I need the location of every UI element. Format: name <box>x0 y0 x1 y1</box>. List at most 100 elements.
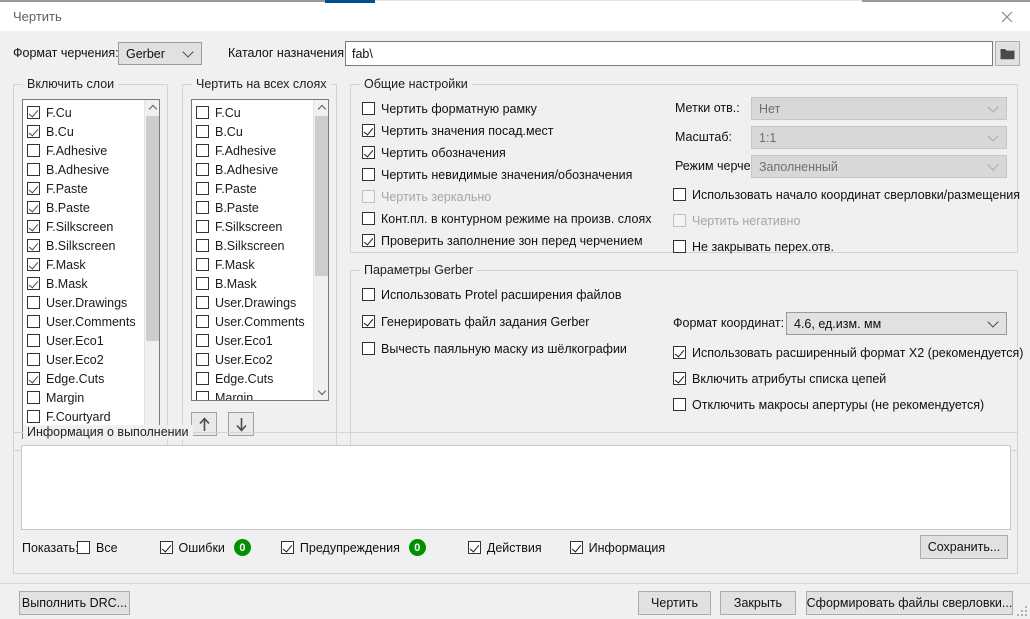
include-layer-item[interactable]: User.Eco2 <box>27 350 144 369</box>
drill-marks-combo[interactable]: Нет <box>751 97 1007 120</box>
include-layer-item[interactable]: B.Adhesive <box>27 160 144 179</box>
checkbox-unchecked-icon[interactable] <box>27 334 40 347</box>
checkbox-checked-icon[interactable] <box>27 239 40 252</box>
checkbox-unchecked-icon[interactable] <box>673 240 686 253</box>
checkbox-unchecked-icon[interactable] <box>196 163 209 176</box>
scale-combo[interactable]: 1:1 <box>751 126 1007 149</box>
checkbox-unchecked-icon[interactable] <box>196 125 209 138</box>
checkbox-unchecked-icon[interactable] <box>77 541 90 554</box>
checkbox-unchecked-icon[interactable] <box>673 398 686 411</box>
gerber-option-0[interactable]: Использовать Protel расширения файлов <box>362 285 672 304</box>
checkbox-unchecked-icon[interactable] <box>27 144 40 157</box>
plot-on-all-layers-items[interactable]: F.CuB.CuF.AdhesiveB.AdhesiveF.PasteB.Pas… <box>192 100 313 400</box>
general-setting-4[interactable]: Чертить зеркально <box>362 187 672 206</box>
checkbox-unchecked-icon[interactable] <box>27 315 40 328</box>
checkbox-checked-icon[interactable] <box>362 315 375 328</box>
checkbox-unchecked-icon[interactable] <box>196 220 209 233</box>
checkbox-unchecked-icon[interactable] <box>362 102 375 115</box>
plot-on-all-layers-scrollbar[interactable] <box>313 100 328 400</box>
checkbox-unchecked-icon[interactable] <box>196 391 209 401</box>
include-layer-item[interactable]: B.Paste <box>27 198 144 217</box>
plot-format-combo[interactable]: Gerber <box>118 42 202 65</box>
plot-all-layer-item[interactable]: User.Eco1 <box>196 331 313 350</box>
checkbox-unchecked-icon[interactable] <box>362 212 375 225</box>
checkbox-unchecked-icon[interactable] <box>196 182 209 195</box>
scroll-up-icon[interactable] <box>314 100 329 115</box>
checkbox-unchecked-icon[interactable] <box>196 353 209 366</box>
include-layer-item[interactable]: B.Mask <box>27 274 144 293</box>
plot-all-layer-item[interactable]: B.Mask <box>196 274 313 293</box>
general-setting-0[interactable]: Чертить форматную рамку <box>362 99 672 118</box>
general-setting-5[interactable]: Конт.пл. в контурном режиме на произв. с… <box>362 209 672 228</box>
plot-all-layer-item[interactable]: Margin <box>196 388 313 401</box>
checkbox-checked-icon[interactable] <box>27 182 40 195</box>
checkbox-unchecked-icon[interactable] <box>196 296 209 309</box>
checkbox-unchecked-icon[interactable] <box>27 353 40 366</box>
checkbox-checked-icon[interactable] <box>27 277 40 290</box>
scroll-down-icon[interactable] <box>314 385 329 400</box>
plot-all-layer-item[interactable]: B.Silkscreen <box>196 236 313 255</box>
coord-format-combo[interactable]: 4.6, ед.изм. мм <box>786 312 1007 335</box>
checkbox-unchecked-icon[interactable] <box>196 201 209 214</box>
checkbox-unchecked-icon[interactable] <box>196 315 209 328</box>
checkbox-unchecked-icon[interactable] <box>196 239 209 252</box>
checkbox-checked-icon[interactable] <box>468 541 481 554</box>
include-layer-item[interactable]: F.Mask <box>27 255 144 274</box>
checkbox-unchecked-icon[interactable] <box>196 372 209 385</box>
include-layers-items[interactable]: F.CuB.CuF.AdhesiveB.AdhesiveF.PasteB.Pas… <box>23 100 144 438</box>
checkbox-checked-icon[interactable] <box>27 220 40 233</box>
checkbox-checked-icon[interactable] <box>27 201 40 214</box>
message-filter-2[interactable]: Предупреждения <box>281 538 400 557</box>
plot-all-layer-item[interactable]: Edge.Cuts <box>196 369 313 388</box>
plot-all-layer-item[interactable]: F.Paste <box>196 179 313 198</box>
message-filter-4[interactable]: Информация <box>570 538 666 557</box>
checkbox-checked-icon[interactable] <box>27 372 40 385</box>
plot-button[interactable]: Чертить <box>638 591 711 615</box>
checkbox-unchecked-icon[interactable] <box>362 288 375 301</box>
message-filter-1[interactable]: Ошибки <box>160 538 225 557</box>
output-directory-input[interactable]: fab\ <box>345 41 993 66</box>
include-layer-item[interactable]: F.Adhesive <box>27 141 144 160</box>
checkbox-checked-icon[interactable] <box>27 125 40 138</box>
plot-all-layer-item[interactable]: F.Adhesive <box>196 141 313 160</box>
include-layer-item[interactable]: B.Silkscreen <box>27 236 144 255</box>
generate-drill-files-button[interactable]: Сформировать файлы сверловки... <box>806 591 1013 615</box>
plot-all-layer-item[interactable]: B.Adhesive <box>196 160 313 179</box>
checkbox-unchecked-icon[interactable] <box>362 190 375 203</box>
checkbox-unchecked-icon[interactable] <box>673 214 686 227</box>
include-layers-listbox[interactable]: F.CuB.CuF.AdhesiveB.AdhesiveF.PasteB.Pas… <box>22 99 160 439</box>
gerber-option-right-0[interactable]: Использовать расширенный формат X2 (реко… <box>673 343 1013 362</box>
close-icon[interactable] <box>984 3 1030 31</box>
checkbox-checked-icon[interactable] <box>362 124 375 137</box>
plot-all-layer-item[interactable]: User.Eco2 <box>196 350 313 369</box>
checkbox-unchecked-icon[interactable] <box>196 258 209 271</box>
general-setting-1[interactable]: Чертить значения посад.мест <box>362 121 672 140</box>
plot-mode-combo[interactable]: Заполненный <box>751 155 1007 178</box>
include-layer-item[interactable]: User.Eco1 <box>27 331 144 350</box>
checkbox-checked-icon[interactable] <box>27 106 40 119</box>
checkbox-checked-icon[interactable] <box>570 541 583 554</box>
resize-grip[interactable] <box>1015 604 1027 616</box>
general-setting-2[interactable]: Чертить обозначения <box>362 143 672 162</box>
checkbox-unchecked-icon[interactable] <box>196 334 209 347</box>
scroll-thumb[interactable] <box>315 116 328 276</box>
messages-output-panel[interactable] <box>21 445 1011 530</box>
checkbox-unchecked-icon[interactable] <box>673 188 686 201</box>
gerber-option-1[interactable]: Генерировать файл задания Gerber <box>362 312 672 331</box>
checkbox-unchecked-icon[interactable] <box>27 296 40 309</box>
checkbox-unchecked-icon[interactable] <box>27 163 40 176</box>
checkbox-unchecked-icon[interactable] <box>27 410 40 423</box>
include-layer-item[interactable]: Margin <box>27 388 144 407</box>
checkbox-checked-icon[interactable] <box>673 372 686 385</box>
include-layer-item[interactable]: User.Comments <box>27 312 144 331</box>
include-layer-item[interactable]: B.Cu <box>27 122 144 141</box>
checkbox-unchecked-icon[interactable] <box>196 106 209 119</box>
include-layer-item[interactable]: Edge.Cuts <box>27 369 144 388</box>
run-drc-button[interactable]: Выполнить DRC... <box>19 591 130 615</box>
checkbox-unchecked-icon[interactable] <box>196 144 209 157</box>
scroll-thumb[interactable] <box>146 116 159 341</box>
general-setting-right-0[interactable]: Использовать начало координат сверловки/… <box>673 185 1013 204</box>
plot-all-layer-item[interactable]: B.Cu <box>196 122 313 141</box>
gerber-option-right-1[interactable]: Включить атрибуты списка цепей <box>673 369 1013 388</box>
checkbox-checked-icon[interactable] <box>362 234 375 247</box>
